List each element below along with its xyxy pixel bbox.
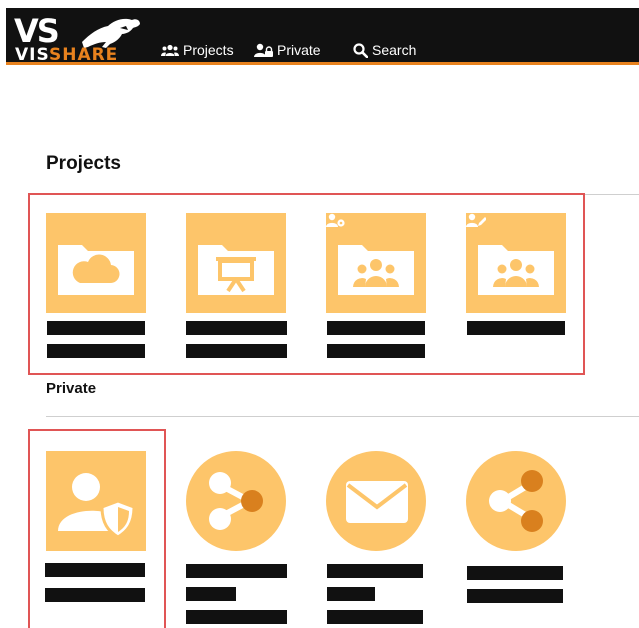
private-tile-4-icon-bg xyxy=(466,451,566,551)
redacted-label xyxy=(467,566,563,580)
private-section-title: Private xyxy=(46,380,97,397)
nav-search-label: Search xyxy=(372,42,417,58)
nav-private[interactable]: Private xyxy=(254,42,321,58)
user-edit-icon xyxy=(466,213,486,227)
project-tile-1-icon-bg xyxy=(46,213,146,313)
share-icon xyxy=(209,472,263,530)
project-tile-2[interactable] xyxy=(186,213,286,313)
redacted-label xyxy=(186,564,287,578)
redacted-label xyxy=(45,588,145,602)
brand-name: VISSHARE xyxy=(15,45,118,65)
private-tile-1-icon-bg xyxy=(46,451,146,551)
group-folder-icon xyxy=(338,245,414,295)
brand-name-share: SHARE xyxy=(48,45,119,65)
nav-projects-label: Projects xyxy=(183,42,234,58)
redacted-label xyxy=(47,321,145,335)
search-icon xyxy=(353,42,368,58)
private-tile-3[interactable] xyxy=(326,451,426,551)
presentation-folder-icon xyxy=(198,245,274,295)
private-tile-1[interactable] xyxy=(46,451,146,551)
redacted-label xyxy=(186,344,287,358)
redacted-label xyxy=(327,610,423,624)
redacted-label xyxy=(467,321,565,335)
redacted-label xyxy=(186,610,287,624)
top-navigation-bar: VS VISSHARE Projects Private Search xyxy=(6,8,639,65)
visshare-logo[interactable]: VS VISSHARE xyxy=(14,12,142,65)
user-shield-icon xyxy=(58,473,136,539)
private-tile-3-icon-bg xyxy=(326,451,426,551)
redacted-label xyxy=(186,587,236,601)
mail-icon xyxy=(346,481,408,523)
redacted-label xyxy=(467,589,563,603)
users-icon xyxy=(161,44,179,56)
share-icon xyxy=(489,470,543,532)
nav-projects[interactable]: Projects xyxy=(161,42,234,58)
redacted-label xyxy=(327,587,375,601)
group-folder-icon xyxy=(478,245,554,295)
projects-section-title: Projects xyxy=(46,153,121,174)
redacted-label xyxy=(45,563,145,577)
redacted-label xyxy=(327,564,423,578)
brand-name-vis: VIS xyxy=(15,45,49,65)
private-divider xyxy=(46,416,639,417)
project-tile-4[interactable] xyxy=(466,213,566,313)
nav-search[interactable]: Search xyxy=(353,42,416,58)
nav-private-label: Private xyxy=(277,42,321,58)
project-tile-1[interactable] xyxy=(46,213,146,313)
project-tile-2-icon-bg xyxy=(186,213,286,313)
user-settings-icon xyxy=(326,213,345,227)
redacted-label xyxy=(327,321,425,335)
user-lock-icon xyxy=(254,43,273,57)
private-tile-2-icon-bg xyxy=(186,451,286,551)
private-tile-2[interactable] xyxy=(186,451,286,551)
redacted-label xyxy=(327,344,425,358)
project-tile-4-icon-bg xyxy=(466,213,566,313)
project-tile-3-icon-bg xyxy=(326,213,426,313)
redacted-label xyxy=(47,344,145,358)
redacted-label xyxy=(186,321,287,335)
cloud-folder-icon xyxy=(58,245,134,295)
project-tile-3[interactable] xyxy=(326,213,426,313)
private-tile-4[interactable] xyxy=(466,451,566,551)
